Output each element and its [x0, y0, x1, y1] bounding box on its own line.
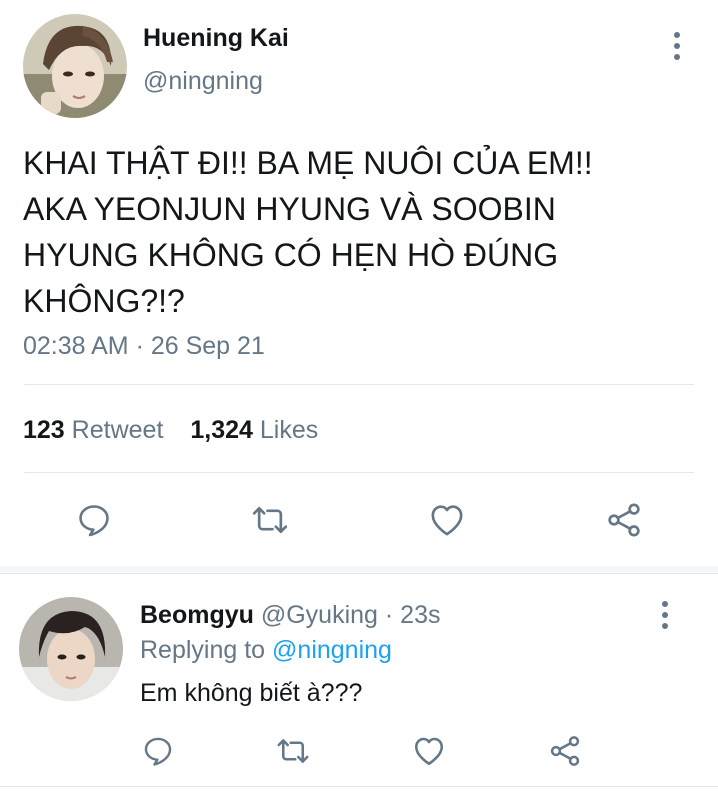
tweet-text-line: HYUNG KHÔNG CÓ HẸN HÒ ĐÚNG [23, 237, 559, 273]
like-button[interactable] [410, 732, 448, 770]
replying-to-link[interactable]: @ningning [272, 636, 392, 664]
handle[interactable]: @ningning [143, 66, 263, 96]
more-vertical-icon [674, 32, 680, 38]
reply-header: Beomgyu @Gyuking · 23s [140, 599, 440, 631]
timestamp[interactable]: 02:38 AM · 26 Sep 21 [23, 330, 265, 362]
reply-age[interactable]: 23s [400, 601, 440, 629]
tweet-text-line: KHÔNG?!? [23, 283, 185, 319]
divider [0, 573, 718, 574]
retweet-button[interactable] [248, 498, 292, 542]
more-options-button[interactable] [665, 26, 689, 66]
replying-to: Replying to @ningning [140, 634, 392, 666]
likes-count-label: Likes [259, 416, 319, 444]
display-name[interactable]: Huening Kai [143, 23, 289, 53]
separator-dot: · [377, 601, 401, 629]
reply-button[interactable] [72, 498, 116, 542]
heart-icon [414, 737, 444, 766]
divider [0, 786, 718, 787]
divider [24, 384, 694, 385]
display-name[interactable]: Beomgyu [140, 601, 254, 629]
retweet-button[interactable] [274, 732, 312, 770]
retweet-count[interactable]: 123 Retweet [23, 416, 170, 444]
more-vertical-icon [662, 601, 668, 607]
retweet-count-value: 123 [23, 416, 65, 444]
likes-count-value: 1,324 [190, 416, 253, 444]
divider [24, 472, 694, 473]
comment-icon [79, 505, 109, 537]
tweet-stats: 123 Retweet 1,324 Likes [23, 414, 318, 446]
reply-text: Em không biết à??? [140, 679, 363, 707]
more-options-button[interactable] [653, 595, 677, 635]
share-icon [550, 736, 580, 766]
likes-count[interactable]: 1,324 Likes [190, 416, 318, 444]
retweet-icon [252, 507, 288, 533]
share-icon [608, 503, 640, 537]
comment-icon [144, 737, 172, 766]
avatar[interactable] [19, 597, 123, 701]
replying-to-label: Replying to [140, 636, 266, 664]
like-button[interactable] [425, 498, 469, 542]
retweet-icon [277, 739, 309, 763]
retweet-count-label: Retweet [71, 416, 164, 444]
heart-icon [431, 505, 463, 536]
section-separator [0, 566, 718, 573]
handle[interactable]: @Gyuking [261, 601, 378, 629]
tweet-text-line: AKA YEONJUN HYUNG VÀ SOOBIN [23, 191, 556, 227]
tweet-text: KHAI THẬT ĐI!! BA MẸ NUÔI CỦA EM!! AKA Y… [23, 140, 703, 324]
share-button[interactable] [546, 732, 584, 770]
reply-button[interactable] [139, 732, 177, 770]
share-button[interactable] [602, 498, 646, 542]
avatar[interactable] [23, 14, 127, 118]
tweet-text-line: KHAI THẬT ĐI!! BA MẸ NUÔI CỦA EM!! [23, 145, 593, 181]
